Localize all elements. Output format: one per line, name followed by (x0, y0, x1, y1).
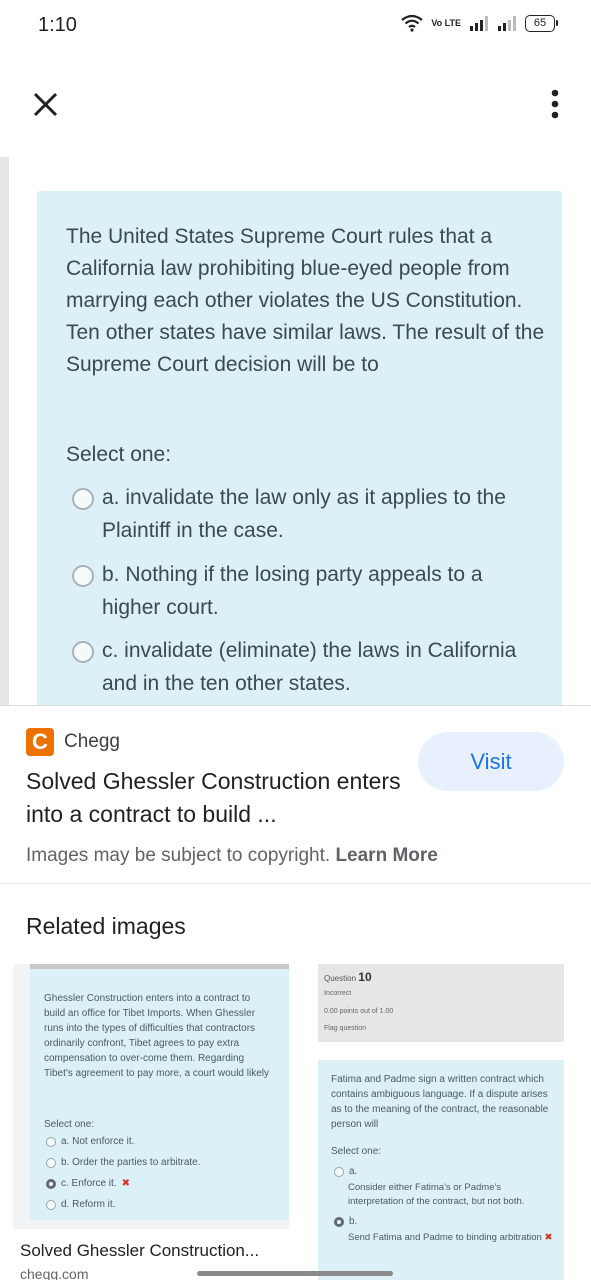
home-indicator[interactable] (197, 1271, 393, 1276)
select-one-label: Select one: (66, 443, 172, 466)
thumbnail-option: a. Not enforce it. (46, 1136, 134, 1147)
volte-indicator: Vo LTE (431, 17, 461, 28)
option-c: c. invalidate (eliminate) the laws in Ca… (72, 634, 532, 700)
option-b-text: b. Nothing if the losing party appeals t… (102, 563, 483, 619)
divider (0, 705, 591, 706)
thumbnail-option-text: c. Enforce it. (61, 1178, 117, 1189)
radio-icon (72, 565, 94, 587)
question-label: Question (324, 974, 357, 983)
status-time: 1:10 (38, 14, 77, 36)
thumbnail-question-header: Question 10 Incorrect 0.00 points out of… (318, 964, 564, 1042)
result-title[interactable]: Solved Ghessler Construction enters into… (26, 765, 406, 831)
signal-icon-2 (498, 16, 516, 31)
wrong-mark-icon: ✖ (544, 1232, 553, 1243)
more-options-button[interactable] (540, 87, 570, 123)
copyright-text: Images may be subject to copyright. (26, 845, 331, 866)
thumbnail-select-label: Select one: (44, 1119, 95, 1130)
close-button[interactable] (30, 87, 62, 123)
divider (0, 883, 591, 884)
radio-icon (72, 641, 94, 663)
option-a: a. invalidate the law only as it applies… (72, 481, 532, 547)
status-icons: Vo LTE 65 (401, 14, 558, 32)
radio-icon (46, 1199, 56, 1210)
option-a-text: a. invalidate the law only as it applies… (102, 486, 506, 542)
close-icon (33, 92, 58, 117)
thumbnail-option: d. Reform it. (46, 1199, 115, 1210)
thumbnail-option-text: Consider either Fatima's or Padme's inte… (348, 1182, 525, 1207)
thumbnail-option: c. Enforce it. ✖ (46, 1178, 130, 1189)
related-thumbnail: Ghessler Construction enters into a cont… (13, 964, 289, 1229)
thumbnail-option-text: d. Reform it. (61, 1199, 116, 1210)
status-bar: 1:10 Vo LTE 65 (0, 0, 591, 52)
option-c-text: c. invalidate (eliminate) the laws in Ca… (102, 639, 517, 695)
option-text: Send Fatima and Padme to binding arbitra… (348, 1232, 542, 1243)
question-card: The United States Supreme Court rules th… (37, 191, 562, 705)
visit-button[interactable]: Visit (418, 732, 564, 791)
thumbnail-option: b. Order the parties to arbitrate. (46, 1157, 201, 1168)
thumbnail-status: Incorrect (324, 990, 352, 997)
wifi-icon (401, 14, 424, 32)
more-vert-icon (551, 89, 559, 119)
thumbnail-option-text: Send Fatima and Padme to binding arbitra… (348, 1231, 553, 1245)
option-b: b. Nothing if the losing party appeals t… (72, 558, 532, 624)
thumbnail-option-letter: b. (349, 1216, 358, 1227)
learn-more-link[interactable]: Learn More (335, 845, 437, 866)
image-edge (0, 157, 9, 705)
radio-checked-icon (46, 1178, 56, 1189)
thumbnail-question-card: Ghessler Construction enters into a cont… (30, 969, 289, 1220)
related-images-heading: Related images (26, 913, 186, 939)
copyright-notice: Images may be subject to copyright. Lear… (26, 845, 438, 867)
thumbnail-option: a. (334, 1166, 357, 1177)
top-bar (0, 75, 591, 135)
radio-icon (46, 1136, 56, 1147)
source-name: Chegg (64, 731, 120, 752)
wrong-mark-icon: ✖ (121, 1178, 130, 1189)
thumbnail-question-card: Fatima and Padme sign a written contract… (318, 1060, 564, 1280)
thumbnail-option-letter: a. (349, 1166, 358, 1177)
preview-image[interactable]: The United States Supreme Court rules th… (0, 157, 591, 705)
radio-icon (46, 1157, 56, 1168)
radio-checked-icon (334, 1216, 344, 1227)
related-image-card[interactable]: Ghessler Construction enters into a cont… (13, 964, 289, 1280)
question-text: The United States Supreme Court rules th… (66, 225, 545, 376)
related-card-title[interactable]: Solved Ghessler Construction... (20, 1241, 285, 1261)
thumbnail-points: 0.00 points out of 1.00 (324, 1008, 394, 1015)
radio-icon (72, 488, 94, 510)
related-card-source: chegg.com (20, 1266, 89, 1280)
radio-icon (334, 1166, 344, 1177)
thumbnail-option: b. (334, 1216, 357, 1227)
thumbnail-question-number: Question 10 (324, 970, 372, 984)
source-row[interactable]: C Chegg (26, 727, 120, 757)
related-thumbnail: Question 10 Incorrect 0.00 points out of… (303, 964, 579, 1280)
thumbnail-option-text: b. Order the parties to arbitrate. (61, 1157, 201, 1168)
thumbnail-option-text: a. Not enforce it. (61, 1136, 135, 1147)
thumbnail-select-label: Select one: (331, 1146, 382, 1157)
thumbnail-flag: Flag question (324, 1025, 367, 1032)
question-number: 10 (358, 970, 372, 984)
chegg-logo-icon: C (26, 728, 54, 756)
related-image-card[interactable]: Question 10 Incorrect 0.00 points out of… (303, 964, 579, 1280)
battery-icon: 65 (525, 14, 558, 32)
thumbnail-question-text: Fatima and Padme sign a written contract… (331, 1074, 549, 1130)
thumbnail-question-text: Ghessler Construction enters into a cont… (44, 993, 269, 1079)
signal-icon-1 (470, 16, 488, 31)
